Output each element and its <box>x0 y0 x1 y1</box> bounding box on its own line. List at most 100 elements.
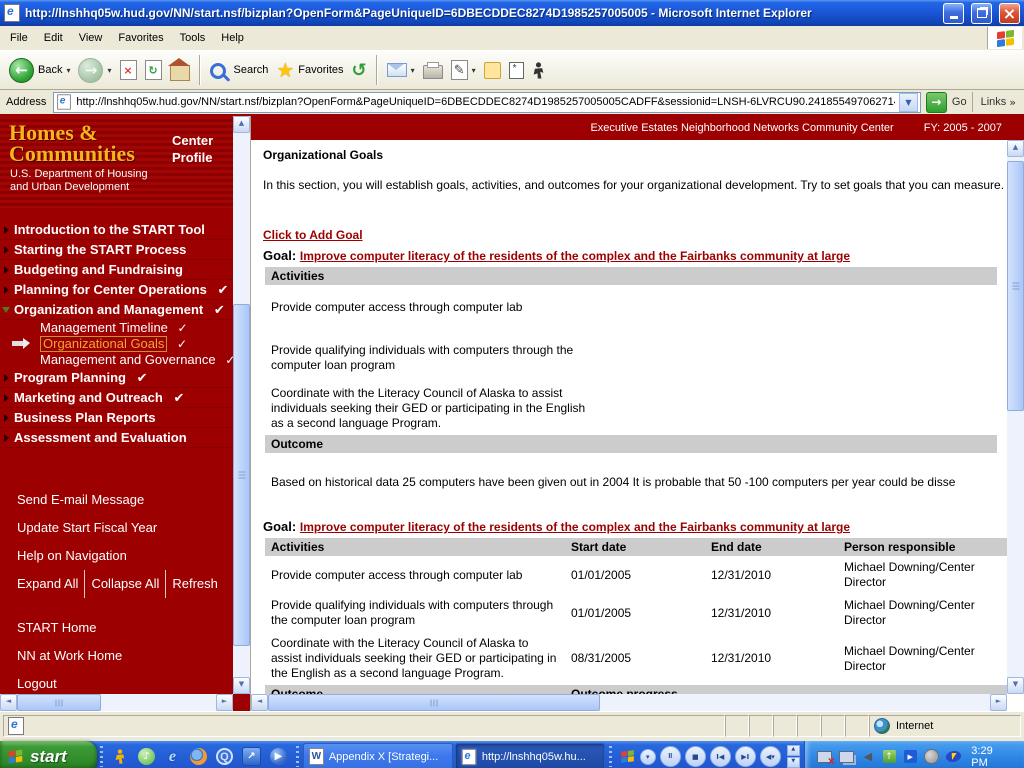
clock[interactable]: 3:29 PM <box>971 745 1010 768</box>
messenger-tray-icon[interactable] <box>945 749 963 764</box>
center-profile-link[interactable]: Center Profile <box>172 132 232 166</box>
sidebar-horizontal-scrollbar[interactable]: ◄ ► <box>0 694 233 711</box>
minimize-button[interactable] <box>943 2 964 24</box>
toolbar-grip[interactable] <box>608 746 612 767</box>
address-url[interactable]: http://lnshhq05w.hud.gov/NN/start.nsf/bi… <box>76 96 895 108</box>
back-button[interactable]: ← Back ▾ <box>6 56 73 85</box>
scroll-up-icon[interactable]: ▲ <box>1007 140 1024 157</box>
menu-view[interactable]: View <box>71 32 111 44</box>
nav-assessment-evaluation[interactable]: Assessment and Evaluation <box>0 428 250 448</box>
music-player-icon[interactable]: ♪ <box>137 748 155 765</box>
edit-button[interactable]: ✎ ▾ <box>448 58 479 82</box>
menu-help[interactable]: Help <box>213 32 252 44</box>
nav-management-governance[interactable]: Management and Governance ✓ <box>0 352 250 368</box>
nav-business-plan-reports[interactable]: Business Plan Reports <box>0 408 250 428</box>
main-horizontal-scrollbar[interactable]: ◄ ► <box>251 694 1007 711</box>
aim-icon[interactable] <box>112 748 129 765</box>
nav-starting-process[interactable]: Starting the START Process <box>0 240 250 260</box>
refresh-link[interactable]: Refresh <box>165 570 224 598</box>
address-input[interactable]: http://lnshhq05w.hud.gov/NN/start.nsf/bi… <box>53 91 921 113</box>
scroll-right-icon[interactable]: ► <box>990 694 1007 711</box>
edit-dropdown-icon[interactable]: ▾ <box>472 66 476 75</box>
volume-icon[interactable]: ◀ <box>861 749 875 764</box>
go-button[interactable]: Go <box>952 96 967 108</box>
goal-link-1[interactable]: Improve computer literacy of the residen… <box>300 249 850 263</box>
search-button[interactable]: Search <box>207 59 272 81</box>
nav-organization-management[interactable]: Organization and Management ✔ <box>0 300 250 320</box>
menu-tools[interactable]: Tools <box>172 32 214 44</box>
links-toolbar[interactable]: Links » <box>971 92 1020 112</box>
history-button[interactable]: ↺ <box>349 58 370 83</box>
next-track-button[interactable]: ▶I <box>734 746 756 767</box>
internet-explorer-icon[interactable]: e <box>164 748 181 765</box>
research-button[interactable] <box>506 60 527 81</box>
scroll-up-icon[interactable]: ▲ <box>233 116 250 133</box>
scroll-down-icon[interactable]: ▼ <box>233 677 250 694</box>
toolbar-grip[interactable] <box>100 746 103 767</box>
task-button-ie-active[interactable]: http://lnshhq05w.hu... <box>454 743 605 768</box>
discuss-button[interactable] <box>481 60 504 81</box>
close-button[interactable]: × <box>999 2 1020 24</box>
address-dropdown-button[interactable]: ▼ <box>898 92 918 112</box>
network-icon[interactable] <box>838 749 854 764</box>
restore-button[interactable] <box>971 2 992 24</box>
nav-organizational-goals-current[interactable]: Organizational Goals ✓ <box>0 336 250 352</box>
media-dropdown-icon[interactable]: ▾ <box>639 748 656 765</box>
safely-remove-hardware-icon[interactable]: ↑ <box>882 749 896 764</box>
menu-edit[interactable]: Edit <box>36 32 71 44</box>
stop-button[interactable]: ■ <box>684 746 706 767</box>
scroll-left-icon[interactable]: ◄ <box>0 694 17 711</box>
media-tray-icon[interactable]: ▶ <box>903 749 917 764</box>
scroll-right-icon[interactable]: ► <box>216 694 233 711</box>
nav-management-timeline[interactable]: Management Timeline ✓ <box>0 320 250 336</box>
refresh-button[interactable]: ↻ <box>142 58 165 82</box>
nav-budgeting[interactable]: Budgeting and Fundraising <box>0 260 250 280</box>
start-home-link[interactable]: START Home <box>0 614 250 642</box>
scroll-left-icon[interactable]: ◄ <box>251 694 268 711</box>
goal-link-2[interactable]: Improve computer literacy of the residen… <box>300 520 850 534</box>
task-button-word[interactable]: W Appendix X [Strategi... <box>302 743 453 768</box>
pause-button[interactable]: II <box>659 746 681 767</box>
app-launcher-icon[interactable]: ↗ <box>241 747 261 766</box>
nn-at-work-home-link[interactable]: NN at Work Home <box>0 642 250 670</box>
start-button[interactable]: start <box>0 741 97 768</box>
update-fiscal-year-link[interactable]: Update Start Fiscal Year <box>0 514 250 542</box>
menu-favorites[interactable]: Favorites <box>110 32 171 44</box>
sidebar-vertical-scrollbar[interactable]: ▲ ▼ <box>233 116 250 694</box>
nav-program-planning[interactable]: Program Planning ✔ <box>0 368 250 388</box>
links-chevron-icon[interactable]: » <box>1009 96 1016 109</box>
messenger-button[interactable] <box>529 60 548 81</box>
nav-introduction[interactable]: Introduction to the START Tool <box>0 220 250 240</box>
firefox-icon[interactable] <box>189 748 207 765</box>
send-email-link[interactable]: Send E-mail Message <box>0 486 250 514</box>
scroll-down-icon[interactable]: ▼ <box>1007 677 1024 694</box>
home-button[interactable] <box>167 57 193 83</box>
expand-all-link[interactable]: Expand All <box>17 570 84 598</box>
go-arrow-icon[interactable]: → <box>925 91 947 113</box>
help-navigation-link[interactable]: Help on Navigation <box>0 542 250 570</box>
previous-track-button[interactable]: I◀ <box>709 746 731 767</box>
deskband-down-icon[interactable]: ▼ <box>786 757 800 768</box>
scrollbar-thumb[interactable] <box>1007 161 1024 411</box>
network-disconnected-icon[interactable] <box>816 749 832 764</box>
back-dropdown-icon[interactable]: ▾ <box>66 66 70 75</box>
mail-dropdown-icon[interactable]: ▾ <box>411 66 415 75</box>
scrollbar-thumb[interactable] <box>268 694 600 711</box>
globe-tray-icon[interactable] <box>924 749 940 764</box>
forward-button[interactable]: → ▾ <box>75 56 114 85</box>
toolbar-grip[interactable] <box>295 746 299 767</box>
deskband-up-icon[interactable]: ▲ <box>786 745 800 756</box>
quicktime-icon[interactable]: Q <box>215 748 233 765</box>
nav-marketing-outreach[interactable]: Marketing and Outreach ✔ <box>0 388 250 408</box>
print-button[interactable] <box>420 59 446 81</box>
scrollbar-thumb[interactable] <box>233 304 250 646</box>
add-goal-link[interactable]: Click to Add Goal <box>263 228 363 242</box>
volume-button[interactable]: ◀▾ <box>759 746 781 767</box>
mail-button[interactable]: ▾ <box>384 61 418 79</box>
stop-button[interactable]: × <box>117 58 140 82</box>
forward-dropdown-icon[interactable]: ▾ <box>107 66 111 75</box>
collapse-all-link[interactable]: Collapse All <box>84 570 165 598</box>
favorites-button[interactable]: ★ Favorites <box>273 58 346 82</box>
media-player-icon[interactable]: ▶ <box>269 748 287 765</box>
menu-file[interactable]: File <box>2 32 36 44</box>
